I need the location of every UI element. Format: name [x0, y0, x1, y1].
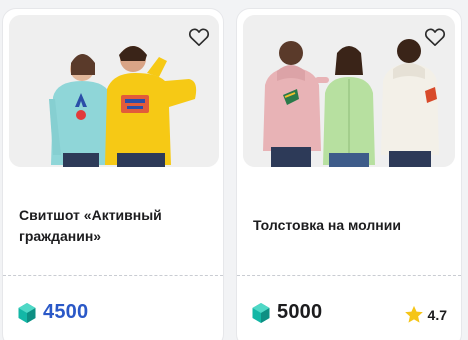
rating-value: 4.7 — [427, 306, 447, 323]
product-card[interactable]: Свитшот «Активный гражданин» 4500 — [2, 8, 224, 340]
product-card[interactable]: Толстовка на молнии 5000 4.7 — [236, 8, 462, 340]
product-grid: Свитшот «Активный гражданин» 4500 Толсто… — [0, 0, 468, 340]
gem-icon — [251, 302, 271, 324]
heart-outline-icon — [188, 28, 210, 46]
product-photo[interactable] — [243, 15, 455, 167]
price-value: 4500 — [43, 301, 89, 323]
product-price: 4500 — [17, 301, 88, 324]
gem-icon — [17, 302, 37, 324]
price-value: 5000 — [277, 301, 323, 323]
star-icon — [404, 305, 423, 323]
product-photo[interactable] — [9, 15, 219, 167]
favorite-button[interactable] — [421, 23, 449, 51]
product-price: 5000 — [251, 301, 322, 324]
divider — [237, 275, 461, 276]
product-title[interactable]: Толстовка на молнии — [253, 215, 447, 236]
product-rating: 4.7 — [404, 305, 447, 324]
product-title[interactable]: Свитшот «Активный гражданин» — [19, 205, 209, 247]
heart-outline-icon — [424, 28, 446, 46]
favorite-button[interactable] — [185, 23, 213, 51]
divider — [3, 275, 223, 276]
